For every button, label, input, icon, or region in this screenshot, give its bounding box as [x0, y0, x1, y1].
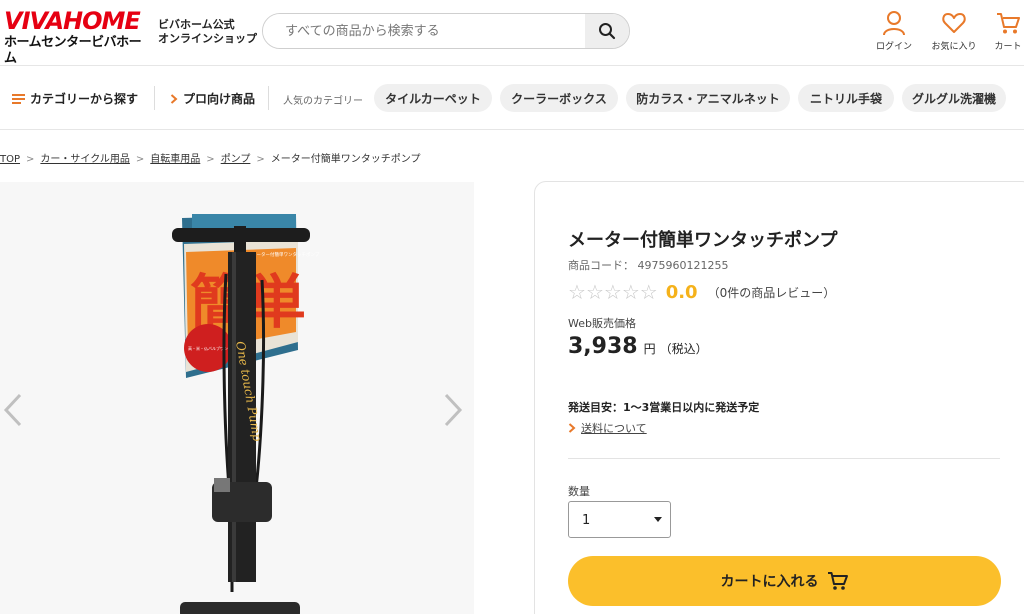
breadcrumb-link-bicycle[interactable]: 自転車用品 [150, 154, 200, 165]
price-value: 3,938 [568, 334, 638, 359]
price-tax-note: （税込） [659, 342, 708, 356]
price-unit: 円 [643, 342, 656, 356]
site-logo[interactable]: VIVAHOME ホームセンタービバホーム [4, 8, 150, 66]
favorites-button[interactable]: お気に入り [924, 10, 984, 52]
category-chip[interactable]: タイルカーペット [374, 84, 492, 112]
logo-wordmark: VIVAHOME [4, 8, 150, 34]
logo-subtext: ホームセンタービバホーム [4, 35, 142, 66]
quantity-value: 1 [582, 513, 591, 528]
category-menu-label: カテゴリーから探す [30, 92, 139, 106]
nav-divider [268, 86, 269, 110]
breadcrumb-link-car-cycle[interactable]: カー・サイクル用品 [40, 154, 130, 165]
login-label: ログイン [875, 42, 912, 52]
package-small-text: メーター付簡単ワンタッチポンプ [252, 251, 320, 258]
site-header: VIVAHOME ホームセンタービバホーム ビバホーム公式 オンラインショップ … [0, 0, 1024, 66]
star-empty-icon: ☆ [639, 280, 658, 304]
logo-home: HOME [63, 7, 141, 35]
product-image-gallery: 簡単 メーター付簡単ワンタッチポンプ 高・米・仏バルブワンタッチ切替付 One … [0, 182, 474, 614]
popular-categories-label: 人気のカテゴリー [283, 96, 363, 107]
section-divider [568, 458, 1000, 459]
breadcrumb-separator: > [256, 154, 265, 165]
search-button[interactable] [585, 14, 629, 48]
category-chip[interactable]: 防カラス・アニマルネット [626, 84, 790, 112]
shipping-estimate: 発送目安：1～3営業日以内に発送予定 [568, 401, 760, 414]
add-to-cart-button[interactable]: カートに入れる [568, 556, 1001, 606]
logo-viva: VIVA [4, 7, 64, 35]
chevron-right-icon [170, 93, 178, 104]
cart-label: カート [994, 42, 1022, 52]
quantity-select[interactable]: 1 [568, 501, 671, 538]
menu-icon [12, 93, 25, 104]
add-to-cart-label: カートに入れる [720, 574, 819, 590]
nav-divider [154, 86, 155, 110]
heart-icon [942, 13, 966, 33]
breadcrumb-link-top[interactable]: TOP [0, 154, 20, 165]
category-chip[interactable]: クーラーボックス [500, 84, 618, 112]
search-bar [262, 13, 630, 49]
product-title: メーター付簡単ワンタッチポンプ [568, 230, 838, 251]
price-label: Web販売価格 [568, 317, 636, 330]
pro-products-label: プロ向け商品 [183, 92, 256, 106]
site-name-line2: オンラインショップ [158, 32, 257, 45]
rating-stars: ☆☆☆☆☆ [568, 280, 658, 304]
star-empty-icon: ☆ [568, 280, 586, 304]
quantity-label: 数量 [568, 485, 590, 498]
search-input[interactable] [263, 14, 587, 48]
product-code-label: 商品コード： [568, 259, 634, 272]
gallery-prev-button[interactable] [2, 392, 24, 435]
price: 3,938 円 （税込） [568, 334, 708, 359]
cart-header-button[interactable]: カート [978, 10, 1024, 52]
star-empty-icon: ☆ [603, 280, 622, 304]
login-button[interactable]: ログイン [864, 10, 924, 52]
user-icon [883, 11, 905, 36]
review-count-link[interactable]: （0件の商品レビュー） [708, 284, 836, 301]
cart-icon [997, 13, 1020, 34]
product-rating: ☆☆☆☆☆ 0.0 （0件の商品レビュー） [568, 280, 835, 304]
breadcrumb-separator: > [206, 154, 215, 165]
caret-down-icon [654, 517, 662, 522]
breadcrumb-current: メーター付簡単ワンタッチポンプ [270, 154, 421, 165]
shipping-fee-link[interactable]: 送料について [568, 420, 647, 436]
breadcrumb-link-pump[interactable]: ポンプ [221, 154, 251, 165]
star-empty-icon: ☆ [585, 280, 604, 304]
chevron-left-icon [3, 393, 22, 427]
favorites-label: お気に入り [931, 42, 977, 52]
search-icon [599, 23, 616, 40]
chevron-right-icon [444, 393, 463, 427]
star-empty-icon: ☆ [621, 280, 640, 304]
site-name: ビバホーム公式 オンラインショップ [158, 18, 257, 46]
breadcrumb: TOP > カー・サイクル用品 > 自転車用品 > ポンプ > メーター付簡単ワンタッチポンプ [0, 150, 420, 165]
product-code: 商品コード： 4975960121255 [568, 257, 728, 273]
shipping-fee-label: 送料について [581, 422, 647, 435]
pro-products-link[interactable]: プロ向け商品 [170, 90, 255, 107]
cart-icon [827, 572, 848, 590]
breadcrumb-separator: > [135, 154, 145, 165]
breadcrumb-separator: > [26, 154, 35, 165]
category-chip[interactable]: ニトリル手袋 [798, 84, 894, 112]
rating-score: 0.0 [665, 281, 698, 303]
category-nav: カテゴリーから探す プロ向け商品 人気のカテゴリー タイルカーペット クーラーボ… [0, 66, 1024, 130]
product-image[interactable]: 簡単 メーター付簡単ワンタッチポンプ 高・米・仏バルブワンタッチ切替付 One … [0, 182, 474, 614]
category-chip[interactable]: グルグル洗濯機 [902, 84, 1006, 112]
product-code-value: 4975960121255 [637, 259, 729, 272]
gallery-next-button[interactable] [442, 392, 464, 435]
site-name-line1: ビバホーム公式 [158, 18, 235, 31]
category-menu-button[interactable]: カテゴリーから探す [12, 90, 138, 107]
chevron-right-icon [568, 423, 576, 433]
